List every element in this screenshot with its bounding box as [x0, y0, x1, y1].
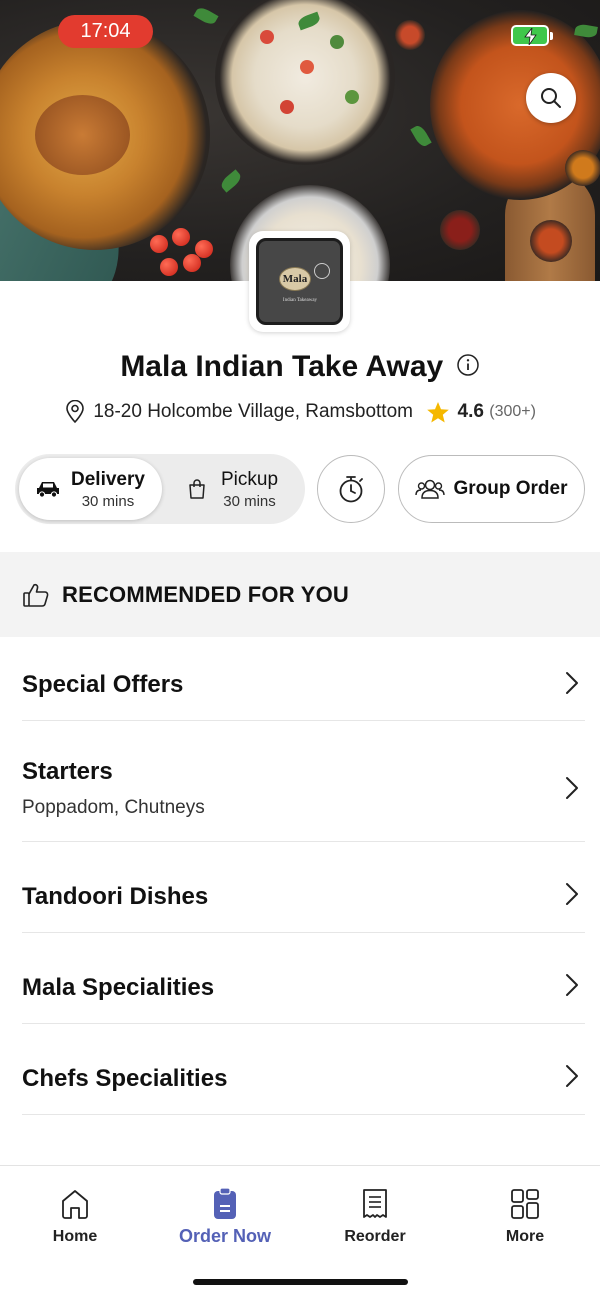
schedule-button[interactable]	[317, 455, 385, 523]
pickup-label: Pickup	[221, 468, 279, 490]
nav-order-now-label: Order Now	[178, 1226, 271, 1246]
pickup-option[interactable]: Pickup 30 mins	[165, 458, 301, 520]
recommended-title: RECOMMENDED FOR YOU	[62, 581, 349, 607]
chevron-right-icon	[566, 883, 578, 905]
car-icon	[37, 482, 59, 498]
tomato-decoration	[160, 258, 178, 276]
category-description: Poppadom, Chutneys	[22, 797, 205, 818]
restaurant-address: 18-20 Holcombe Village, Ramsbottom	[93, 401, 413, 422]
menu-category-row[interactable]: Chefs Specialities	[22, 1024, 585, 1115]
thumbs-up-icon	[23, 583, 49, 607]
chevron-right-icon	[566, 672, 578, 694]
delivery-label: Delivery	[71, 468, 145, 490]
logo-text: Mala	[282, 273, 308, 285]
search-icon	[541, 88, 561, 108]
restaurant-logo: Mala Indian Takeaway	[249, 231, 350, 332]
spice-bowl	[395, 20, 425, 50]
nav-home-label: Home	[52, 1228, 98, 1245]
info-icon[interactable]	[456, 353, 480, 382]
menu-category-row[interactable]: Tandoori Dishes	[22, 842, 585, 933]
star-icon	[427, 401, 450, 422]
chevron-right-icon	[566, 1065, 578, 1087]
leaf-decoration	[410, 123, 432, 149]
menu-category-row[interactable]: Starters Poppadom, Chutneys	[22, 721, 585, 842]
leaf-decoration	[218, 169, 244, 193]
search-button[interactable]	[526, 73, 576, 123]
menu-category-row[interactable]: Mala Specialities	[22, 933, 585, 1024]
category-name: Special Offers	[22, 671, 184, 698]
spice-bowl	[565, 150, 600, 186]
logo-subtext: Indian Takeaway	[282, 298, 318, 303]
tomato-decoration	[150, 235, 168, 253]
restaurant-name: Mala Indian Take Away	[120, 350, 444, 383]
pickup-time: 30 mins	[223, 492, 276, 510]
logo-emblem	[314, 263, 330, 279]
group-icon	[415, 479, 446, 499]
home-indicator[interactable]	[193, 1279, 408, 1285]
category-name: Starters	[22, 758, 113, 785]
nav-reorder[interactable]: Reorder	[300, 1188, 450, 1246]
tomato-decoration	[172, 228, 190, 246]
tomato-decoration	[183, 254, 201, 272]
nav-more-label: More	[505, 1228, 545, 1245]
menu-category-row[interactable]: Special Offers	[22, 637, 585, 721]
rating-count: (300+)	[489, 403, 536, 420]
status-time: 17:04	[58, 15, 153, 48]
stopwatch-icon	[339, 476, 363, 503]
category-name: Mala Specialities	[22, 974, 215, 1001]
grid-icon	[511, 1189, 539, 1219]
biryani-plate	[0, 20, 210, 250]
spice-bowl	[530, 220, 572, 262]
nav-reorder-label: Reorder	[344, 1228, 406, 1245]
rating-value: 4.6	[457, 401, 484, 422]
battery-icon	[511, 25, 553, 46]
home-icon	[62, 1190, 88, 1219]
nav-more[interactable]: More	[450, 1188, 600, 1246]
group-order-button[interactable]: Group Order	[398, 455, 585, 523]
category-name: Chefs Specialities	[22, 1065, 228, 1092]
location-pin-icon	[66, 400, 84, 424]
chevron-right-icon	[566, 777, 578, 799]
category-name: Tandoori Dishes	[22, 883, 209, 910]
nav-order-now[interactable]: Order Now	[150, 1188, 300, 1247]
spice-bowl	[440, 210, 480, 250]
order-icon	[214, 1188, 236, 1219]
chevron-right-icon	[566, 974, 578, 996]
receipt-icon	[363, 1189, 387, 1218]
delivery-time: 30 mins	[81, 492, 135, 510]
shopping-bag-icon	[189, 479, 205, 499]
order-mode-toggle: Delivery 30 mins Pickup 30 mins	[15, 454, 305, 524]
nav-home[interactable]: Home	[0, 1188, 150, 1246]
leaf-decoration	[193, 5, 219, 27]
recommended-section-header[interactable]: RECOMMENDED FOR YOU	[0, 552, 600, 637]
group-order-label: Group Order	[453, 478, 568, 499]
delivery-option[interactable]: Delivery 30 mins	[19, 458, 162, 520]
